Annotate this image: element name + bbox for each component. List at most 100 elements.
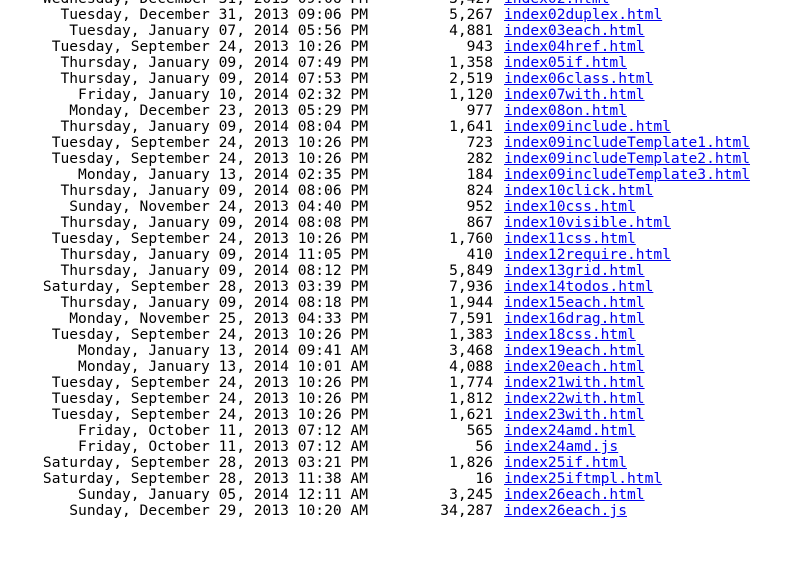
file-size: 1,641 <box>449 118 493 135</box>
file-size: 824 <box>466 182 493 199</box>
file-size: 5,849 <box>449 262 493 279</box>
file-link[interactable]: index09include.html <box>504 119 671 135</box>
file-link[interactable]: index09includeTemplate2.html <box>504 151 750 167</box>
file-link[interactable]: index14todos.html <box>504 279 653 295</box>
list-item: Monday, January 13, 2014 09:41 AM 3,468 … <box>0 343 791 359</box>
file-link[interactable]: index18css.html <box>504 327 636 343</box>
file-size: 723 <box>466 134 493 151</box>
list-item: Sunday, January 05, 2014 12:11 AM 3,245 … <box>0 487 791 503</box>
file-link[interactable]: index02duplex.html <box>504 7 662 23</box>
file-link[interactable]: index19each.html <box>504 343 645 359</box>
file-size: 3,245 <box>449 486 493 503</box>
file-size: 16 <box>475 470 493 487</box>
list-item: Saturday, September 28, 2013 11:38 AM 16… <box>0 471 791 487</box>
file-size: 56 <box>475 438 493 455</box>
file-link[interactable]: index13grid.html <box>504 263 645 279</box>
file-date: Tuesday, January 07, 2014 05:56 PM <box>69 22 368 39</box>
file-date: Monday, November 25, 2013 04:33 PM <box>69 310 368 327</box>
file-date: Sunday, January 05, 2014 12:11 AM <box>78 486 368 503</box>
file-link[interactable]: index25iftmpl.html <box>504 471 662 487</box>
file-size: 1,383 <box>449 326 493 343</box>
file-link[interactable]: index06class.html <box>504 71 653 87</box>
file-size: 184 <box>466 166 493 183</box>
list-item: Thursday, January 09, 2014 08:06 PM 824 … <box>0 183 791 199</box>
file-size: 565 <box>466 422 493 439</box>
file-date: Thursday, January 09, 2014 07:53 PM <box>60 70 368 87</box>
file-link[interactable]: index03each.html <box>504 23 645 39</box>
list-item: Friday, October 11, 2013 07:12 AM 565 in… <box>0 423 791 439</box>
file-date: Thursday, January 09, 2014 08:08 PM <box>60 214 368 231</box>
list-item: Thursday, January 09, 2014 08:18 PM 1,94… <box>0 295 791 311</box>
file-size: 1,944 <box>449 294 493 311</box>
file-size: 1,812 <box>449 390 493 407</box>
file-date: Tuesday, September 24, 2013 10:26 PM <box>51 406 368 423</box>
file-link[interactable]: index12require.html <box>504 247 671 263</box>
file-size: 5,267 <box>449 6 493 23</box>
file-date: Tuesday, September 24, 2013 10:26 PM <box>51 150 368 167</box>
file-link[interactable]: index04href.html <box>504 39 645 55</box>
file-link[interactable]: index09includeTemplate1.html <box>504 135 750 151</box>
list-item: Thursday, January 09, 2014 07:49 PM 1,35… <box>0 55 791 71</box>
list-item: Monday, January 13, 2014 02:35 PM 184 in… <box>0 167 791 183</box>
file-link[interactable]: index21with.html <box>504 375 645 391</box>
file-date: Sunday, November 24, 2013 04:40 PM <box>69 198 368 215</box>
file-size: 952 <box>466 198 493 215</box>
list-item: Thursday, January 09, 2014 08:12 PM 5,84… <box>0 263 791 279</box>
file-link[interactable]: index25if.html <box>504 455 627 471</box>
file-link[interactable]: index11css.html <box>504 231 636 247</box>
file-link[interactable]: index16drag.html <box>504 311 645 327</box>
file-link[interactable]: index20each.html <box>504 359 645 375</box>
file-date: Tuesday, September 24, 2013 10:26 PM <box>51 230 368 247</box>
file-date: Tuesday, September 24, 2013 10:26 PM <box>51 374 368 391</box>
file-link[interactable]: index24amd.js <box>504 439 618 455</box>
file-size: 3,468 <box>449 342 493 359</box>
file-date: Sunday, December 29, 2013 10:20 AM <box>69 502 368 519</box>
list-item: Friday, October 11, 2013 07:12 AM 56 ind… <box>0 439 791 455</box>
file-date: Tuesday, September 24, 2013 10:26 PM <box>51 326 368 343</box>
list-item: Tuesday, January 07, 2014 05:56 PM 4,881… <box>0 23 791 39</box>
file-link[interactable]: index09includeTemplate3.html <box>504 167 750 183</box>
file-link[interactable]: index24amd.html <box>504 423 636 439</box>
file-date: Thursday, January 09, 2014 08:04 PM <box>60 118 368 135</box>
file-size: 4,088 <box>449 358 493 375</box>
list-item: Tuesday, September 24, 2013 10:26 PM 282… <box>0 151 791 167</box>
file-date: Tuesday, September 24, 2013 10:26 PM <box>51 38 368 55</box>
file-link[interactable]: index10click.html <box>504 183 653 199</box>
file-link[interactable]: index23with.html <box>504 407 645 423</box>
file-date: Monday, December 23, 2013 05:29 PM <box>69 102 368 119</box>
file-size: 7,591 <box>449 310 493 327</box>
file-date: Thursday, January 09, 2014 11:05 PM <box>60 246 368 263</box>
file-date: Thursday, January 09, 2014 07:49 PM <box>60 54 368 71</box>
file-size: 943 <box>466 38 493 55</box>
file-link[interactable]: index10visible.html <box>504 215 671 231</box>
list-item: Thursday, January 09, 2014 08:08 PM 867 … <box>0 215 791 231</box>
file-date: Monday, January 13, 2014 02:35 PM <box>78 166 368 183</box>
file-size: 1,760 <box>449 230 493 247</box>
list-item: Tuesday, September 24, 2013 10:26 PM 723… <box>0 135 791 151</box>
file-date: Thursday, January 09, 2014 08:06 PM <box>60 182 368 199</box>
file-link[interactable]: index10css.html <box>504 199 636 215</box>
list-item: Sunday, December 29, 2013 10:20 AM 34,28… <box>0 503 791 519</box>
file-link[interactable]: index05if.html <box>504 55 627 71</box>
file-size: 410 <box>466 246 493 263</box>
file-size: 34,287 <box>440 502 493 519</box>
file-date: Tuesday, December 31, 2013 09:06 PM <box>60 6 368 23</box>
file-size: 1,774 <box>449 374 493 391</box>
file-date: Saturday, September 28, 2013 03:21 PM <box>42 454 368 471</box>
file-link[interactable]: index15each.html <box>504 295 645 311</box>
list-item: Saturday, September 28, 2013 03:21 PM 1,… <box>0 455 791 471</box>
file-size: 7,936 <box>449 278 493 295</box>
file-link[interactable]: index26each.js <box>504 503 627 519</box>
file-link[interactable]: index26each.html <box>504 487 645 503</box>
list-item: Tuesday, September 24, 2013 10:26 PM 1,7… <box>0 375 791 391</box>
file-link[interactable]: index08on.html <box>504 103 627 119</box>
file-size: 2,519 <box>449 70 493 87</box>
list-item: Thursday, January 09, 2014 07:53 PM 2,51… <box>0 71 791 87</box>
file-date: Saturday, September 28, 2013 03:39 PM <box>42 278 368 295</box>
list-item: Tuesday, September 24, 2013 10:26 PM 1,3… <box>0 327 791 343</box>
file-date: Saturday, September 28, 2013 11:38 AM <box>42 470 368 487</box>
file-link[interactable]: index22with.html <box>504 391 645 407</box>
file-link[interactable]: index07with.html <box>504 87 645 103</box>
file-size: 867 <box>466 214 493 231</box>
file-size: 1,621 <box>449 406 493 423</box>
